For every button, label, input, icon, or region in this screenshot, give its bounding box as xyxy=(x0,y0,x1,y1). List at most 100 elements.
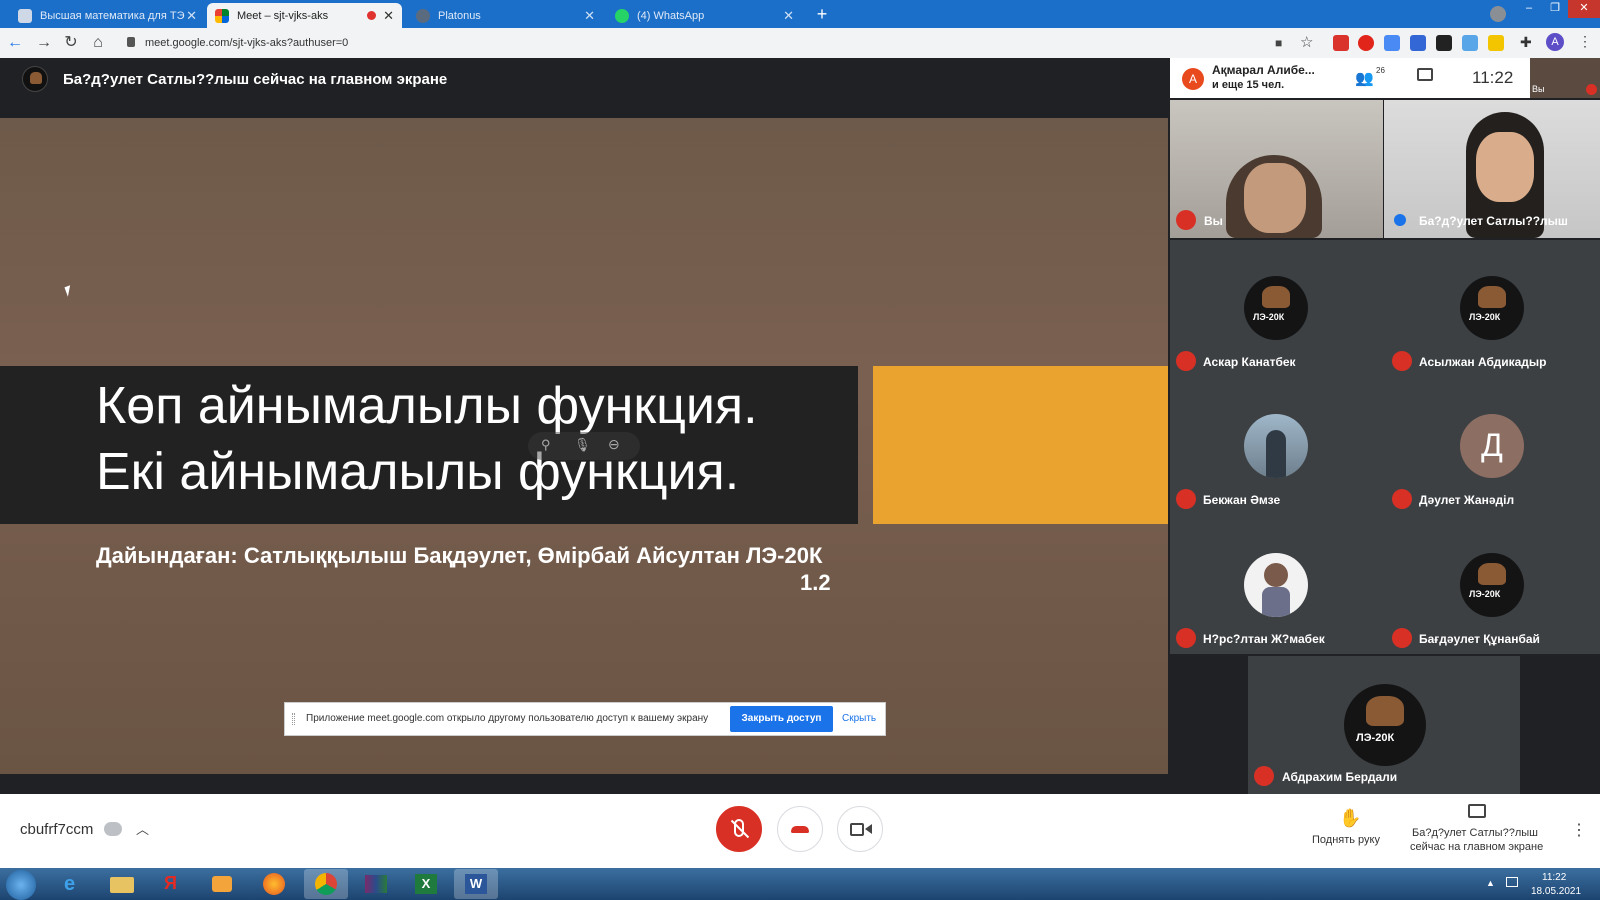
hide-notice-link[interactable]: Скрыть xyxy=(842,713,876,724)
tab-vysshaya-matematika[interactable]: Высшая математика для ТЭ ✕ xyxy=(10,3,205,28)
raise-hand-label[interactable]: Поднять руку xyxy=(1312,834,1380,846)
home-icon[interactable]: ⌂ xyxy=(87,32,109,54)
drag-handle-icon[interactable] xyxy=(292,713,295,725)
forward-icon[interactable]: → xyxy=(33,32,55,54)
meet-header xyxy=(0,58,1170,118)
presenter-avatar xyxy=(22,66,48,92)
back-icon[interactable]: ← xyxy=(4,32,26,54)
profile-indicator-icon[interactable] xyxy=(1490,6,1506,22)
chrome-icon[interactable] xyxy=(304,869,348,899)
tab-title: Meet – sjt-vjks-aks xyxy=(237,9,329,22)
bookmark-star-icon[interactable]: ☆ xyxy=(1300,33,1313,51)
participant-name: Н?рс?лтан Ж?мабек xyxy=(1203,632,1325,646)
winrar-icon[interactable] xyxy=(354,869,398,899)
participants-chip[interactable]: А Ақмарал Алибе... и еще 15 чел. xyxy=(1170,58,1335,98)
tab-title: Platonus xyxy=(438,9,481,22)
meeting-code[interactable]: cbufrf7ccm xyxy=(20,821,93,838)
minimize-icon[interactable]: – xyxy=(1516,0,1542,18)
hangup-icon xyxy=(791,826,809,833)
self-thumbnail[interactable]: Вы xyxy=(1530,58,1600,98)
chip-line2: и еще 15 чел. xyxy=(1212,79,1285,91)
logo-text: ЛЭ-20К xyxy=(1469,589,1501,599)
mic-off-icon xyxy=(1176,489,1196,509)
eagle-icon xyxy=(1262,286,1290,308)
participant-avatar xyxy=(1244,414,1308,478)
participant-name: Ба?д?улет Сатлы??лыш xyxy=(1419,214,1568,228)
people-icon[interactable]: 👥 xyxy=(1355,69,1374,87)
reload-icon[interactable]: ↻ xyxy=(60,32,82,54)
present-icon[interactable] xyxy=(1468,804,1486,818)
close-window-icon[interactable]: ✕ xyxy=(1568,0,1600,18)
tab-whatsapp[interactable]: (4) WhatsApp ✕ xyxy=(607,3,802,28)
mic-off-icon xyxy=(1254,766,1274,786)
ie-icon[interactable]: e xyxy=(52,869,96,899)
more-options-icon[interactable]: ⋮ xyxy=(1571,820,1587,840)
participant-avatar: ЛЭ-20К xyxy=(1244,276,1308,340)
whatsapp-icon xyxy=(615,8,629,23)
translate-icon[interactable] xyxy=(1384,35,1400,51)
tray-chevron-icon[interactable]: ▲ xyxy=(1486,878,1495,888)
adblock-icon[interactable] xyxy=(1333,35,1349,51)
present-label-line2[interactable]: сейчас на главном экране xyxy=(1410,841,1543,853)
start-button[interactable] xyxy=(6,870,36,900)
profile-avatar[interactable]: A xyxy=(1546,33,1564,51)
copy-icon[interactable] xyxy=(104,822,122,836)
menu-icon[interactable]: ⋮ xyxy=(1578,33,1592,50)
excel-icon[interactable]: X xyxy=(404,869,448,899)
explorer-icon[interactable] xyxy=(100,869,144,899)
extension-icon[interactable] xyxy=(1410,35,1426,51)
chevron-up-icon[interactable]: ︿ xyxy=(136,819,149,838)
new-tab-button[interactable]: + xyxy=(811,5,833,25)
slide-title-line1: Көп айнымалылы функция. xyxy=(96,377,758,435)
raise-hand-icon[interactable]: ✋ xyxy=(1339,808,1361,829)
pin-icon[interactable]: ⚲ xyxy=(541,437,551,453)
url-text[interactable]: meet.google.com/sjt-vjks-aks?authuser=0 xyxy=(145,37,348,49)
remove-icon[interactable]: ⊖ xyxy=(608,436,620,453)
tab-meet[interactable]: Meet – sjt-vjks-aks ✕ xyxy=(207,3,402,28)
mic-off-icon xyxy=(1392,489,1412,509)
person-photo xyxy=(1266,430,1286,478)
participant-tile[interactable] xyxy=(1170,100,1383,238)
yandex-icon[interactable]: Я xyxy=(150,869,194,899)
extension-icon[interactable] xyxy=(1436,35,1452,51)
mute-icon[interactable]: 🎙 xyxy=(574,437,591,453)
video-icon-lens xyxy=(865,824,872,834)
chip-line1: Ақмарал Алибе... xyxy=(1212,63,1315,77)
opera-icon[interactable] xyxy=(1358,35,1374,51)
cloud-icon[interactable] xyxy=(1462,35,1478,51)
firefox-icon[interactable] xyxy=(252,869,296,899)
network-icon[interactable] xyxy=(1506,877,1518,887)
close-tab-icon[interactable]: ✕ xyxy=(584,8,595,24)
close-tab-icon[interactable]: ✕ xyxy=(186,8,197,24)
close-tab-icon[interactable]: ✕ xyxy=(383,8,394,24)
mic-toggle-button[interactable] xyxy=(716,806,762,852)
puzzle-icon[interactable]: ✚ xyxy=(1520,34,1532,51)
participant-avatar: Д xyxy=(1460,414,1524,478)
browser-toolbar: ← → ↻ ⌂ meet.google.com/sjt-vjks-aks?aut… xyxy=(0,28,1600,58)
stop-sharing-button[interactable]: Закрыть доступ xyxy=(730,706,833,732)
leave-call-button[interactable] xyxy=(777,806,823,852)
tab-title: (4) WhatsApp xyxy=(637,9,705,22)
mic-off-icon xyxy=(1392,628,1412,648)
cartoon-icon xyxy=(1264,563,1288,587)
taskbar-date[interactable]: 18.05.2021 xyxy=(1531,886,1581,897)
extension-icon[interactable] xyxy=(1488,35,1504,51)
chat-icon[interactable] xyxy=(1417,68,1433,81)
eagle-icon xyxy=(1478,286,1506,308)
participant-name: Абдрахим Бердали xyxy=(1282,770,1398,784)
camera-toggle-button[interactable] xyxy=(837,806,883,852)
pin-toolbar: ⚲ 🎙 ⊖ xyxy=(528,432,640,460)
camera-icon[interactable]: ■ xyxy=(1275,36,1282,50)
media-player-icon[interactable] xyxy=(200,869,244,899)
mic-off-icon xyxy=(1392,351,1412,371)
logo-text: ЛЭ-20К xyxy=(1253,312,1285,322)
participants-grid xyxy=(1170,240,1600,654)
word-icon[interactable]: W xyxy=(454,869,498,899)
present-label-line1[interactable]: Ба?д?улет Сатлы??лыш xyxy=(1412,827,1538,839)
close-tab-icon[interactable]: ✕ xyxy=(783,8,794,24)
participant-name: Вы xyxy=(1204,214,1223,228)
participant-avatar: А xyxy=(1182,68,1204,90)
taskbar-time[interactable]: 11:22 xyxy=(1542,872,1566,883)
tab-platonus[interactable]: Platonus ✕ xyxy=(408,3,603,28)
restore-icon[interactable]: ❐ xyxy=(1542,0,1568,18)
